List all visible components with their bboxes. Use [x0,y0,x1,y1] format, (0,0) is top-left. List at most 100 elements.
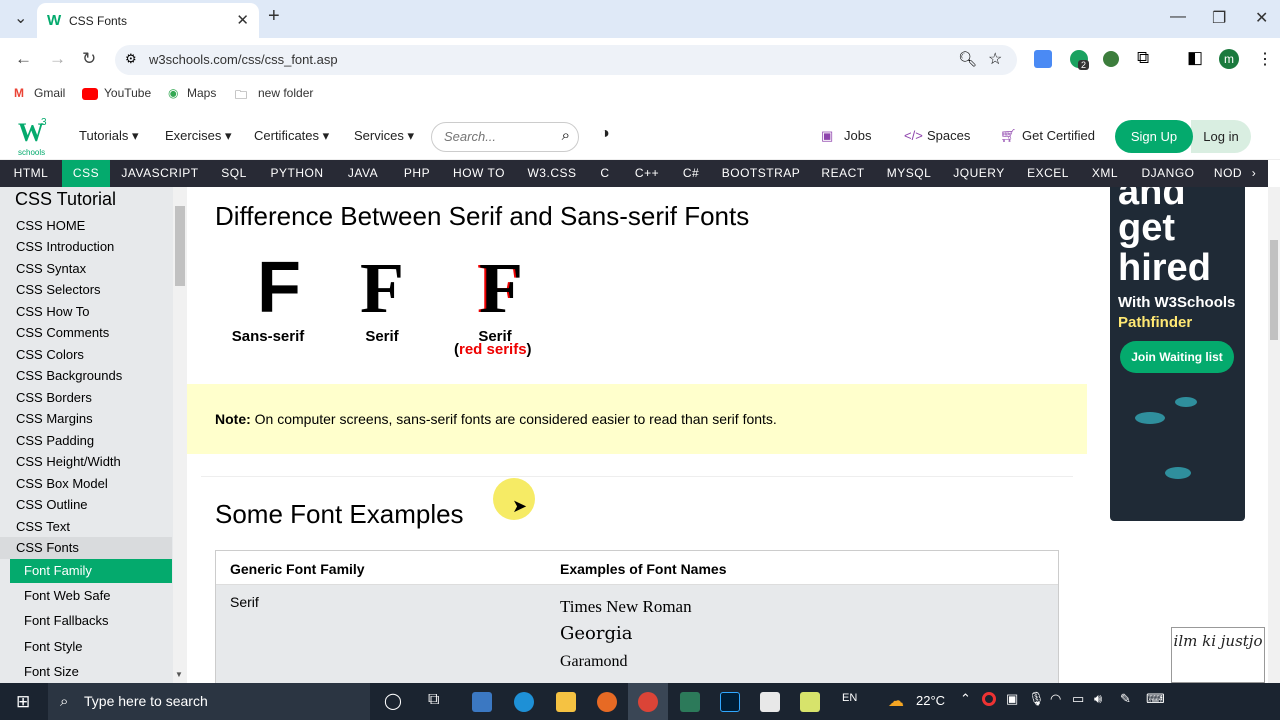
store-icon[interactable] [472,692,492,712]
mic-icon[interactable]: 🎙︎ [1028,691,1045,707]
windows-start-icon[interactable]: ⊞ [16,692,30,712]
nav-node[interactable]: NOD [1213,160,1243,187]
sidebar-item[interactable]: CSS Introduction [16,239,114,259]
scroll-down-icon[interactable]: ▼ [175,670,183,679]
minimize-icon[interactable]: — [1170,8,1186,26]
bookmark-maps[interactable]: Maps [187,86,216,100]
signup-button[interactable]: Sign Up [1115,120,1193,153]
battery-icon[interactable]: ▭ [1072,691,1084,707]
login-button[interactable]: Log in [1191,120,1251,153]
nav-next-icon[interactable]: › [1246,160,1262,187]
sidebar-scroll-thumb[interactable] [175,206,185,286]
photoshop-icon[interactable] [720,692,740,712]
nav-django[interactable]: DJANGO [1135,160,1201,187]
zoom-icon[interactable]: 🔍︎ [958,50,977,68]
page-scroll-thumb[interactable] [1270,240,1278,340]
sidebar-item[interactable]: CSS Colors [16,347,84,367]
sidebar-item[interactable]: CSS Selectors [16,282,101,302]
menu-tutorials[interactable]: Tutorials ▾ [79,128,139,144]
nav-xml[interactable]: XML [1085,160,1125,187]
link-spaces[interactable]: Spaces [927,128,970,143]
weather-icon[interactable]: ☁ [888,691,904,711]
sidebar-item[interactable]: CSS Outline [16,497,88,517]
nav-react[interactable]: REACT [814,160,872,187]
sidebar-item[interactable]: CSS Margins [16,411,93,431]
taskbar-search[interactable]: ⌕ Type here to search [48,683,370,720]
keyboard-icon[interactable]: ⌨ [1146,691,1165,707]
app3-icon[interactable] [800,692,820,712]
sidebar-item[interactable]: CSS Padding [16,433,94,453]
sidebar-item[interactable]: CSS Height/Width [16,454,121,474]
record-icon[interactable] [982,692,996,706]
nav-w3css[interactable]: W3.CSS [521,160,583,187]
search-input[interactable] [444,129,544,144]
new-tab-icon[interactable]: + [268,5,280,28]
edge-icon[interactable] [514,692,534,712]
sidebar-sub-item[interactable]: Font Web Safe [10,584,172,608]
nav-cpp[interactable]: C++ [628,160,666,187]
address-bar[interactable]: ⚙ w3schools.com/css/css_font.asp 🔍︎ ☆ [115,45,1017,75]
sidebar-item[interactable]: CSS Text [16,519,70,539]
nav-javascript[interactable]: JAVASCRIPT [117,160,203,187]
temperature[interactable]: 22°C [916,693,945,708]
tray-icon[interactable]: ▣ [1006,691,1018,707]
sidebar-item-css-fonts[interactable]: CSS Fonts [0,537,172,559]
forward-icon[interactable]: → [49,49,66,69]
site-info-icon[interactable]: ⚙ [125,51,137,67]
sidebar-item[interactable]: CSS Borders [16,390,92,410]
sidebar-item[interactable]: CSS How To [16,304,89,324]
language-indicator[interactable]: EN [842,692,857,704]
dark-mode-icon[interactable]: ◑ [600,125,610,143]
menu-exercises[interactable]: Exercises ▾ [165,128,232,144]
browser-tab[interactable]: W CSS Fonts ✕ [37,3,259,38]
sidebar-item[interactable]: CSS Backgrounds [16,368,122,388]
bookmark-folder[interactable]: new folder [258,86,313,100]
nav-bootstrap[interactable]: BOOTSTRAP [718,160,804,187]
profile-avatar[interactable]: m [1219,49,1239,69]
nav-python[interactable]: PYTHON [264,160,330,187]
back-icon[interactable]: ← [15,49,32,69]
tab-search-icon[interactable]: ⌄ [14,8,27,28]
join-waiting-list-button[interactable]: Join Waiting list [1120,341,1234,373]
nav-mysql[interactable]: MYSQL [881,160,937,187]
bookmark-youtube[interactable]: YouTube [104,86,151,100]
nav-sql[interactable]: SQL [212,160,256,187]
reload-icon[interactable]: ↻ [82,49,96,69]
app2-icon[interactable] [760,692,780,712]
sidebar-item[interactable]: CSS Syntax [16,261,86,281]
menu-kebab-icon[interactable]: ⋮ [1257,49,1273,69]
sidebar-sub-item[interactable]: Font Fallbacks [10,609,172,633]
nav-csharp[interactable]: C# [675,160,707,187]
cortana-icon[interactable]: ◯ [384,691,402,711]
pen-icon[interactable]: ✎ [1120,691,1131,707]
firefox-icon[interactable] [597,692,617,712]
sidebar-item[interactable]: CSS Box Model [16,476,108,496]
bookmark-gmail[interactable]: Gmail [34,86,65,100]
sidebar-sub-item[interactable]: Font Size [10,660,172,683]
wifi-icon[interactable]: ◠ [1050,691,1061,707]
explorer-icon[interactable] [556,692,576,712]
nav-excel[interactable]: EXCEL [1021,160,1075,187]
task-view-icon[interactable]: ⧉ [428,691,439,709]
menu-services[interactable]: Services ▾ [354,128,414,144]
close-window-icon[interactable]: ✕ [1255,8,1268,28]
extension2-icon[interactable] [1103,51,1119,67]
nav-php[interactable]: PHP [396,160,438,187]
sidebar-sub-item[interactable]: Font Style [10,635,172,659]
translate-icon[interactable] [1034,50,1052,68]
restore-icon[interactable]: ❐ [1212,8,1226,28]
puzzle-icon[interactable]: ⧉ [1137,48,1149,68]
sidebar-item[interactable]: CSS Comments [16,325,109,345]
nav-java[interactable]: JAVA [340,160,386,187]
volume-icon[interactable]: 🔊︎ [1094,691,1102,707]
sidebar-sub-font-family[interactable]: Font Family [10,559,172,583]
search-icon[interactable]: ⌕ [562,127,570,144]
nav-c[interactable]: C [592,160,618,187]
menu-certificates[interactable]: Certificates ▾ [254,128,329,144]
sidepanel-icon[interactable]: ◧ [1187,48,1203,68]
w3schools-logo[interactable]: W 3 schools [18,117,50,157]
link-jobs[interactable]: Jobs [844,128,871,143]
app-icon[interactable] [680,692,700,712]
bookmark-star-icon[interactable]: ☆ [988,49,1002,69]
link-get-certified[interactable]: Get Certified [1022,128,1095,143]
